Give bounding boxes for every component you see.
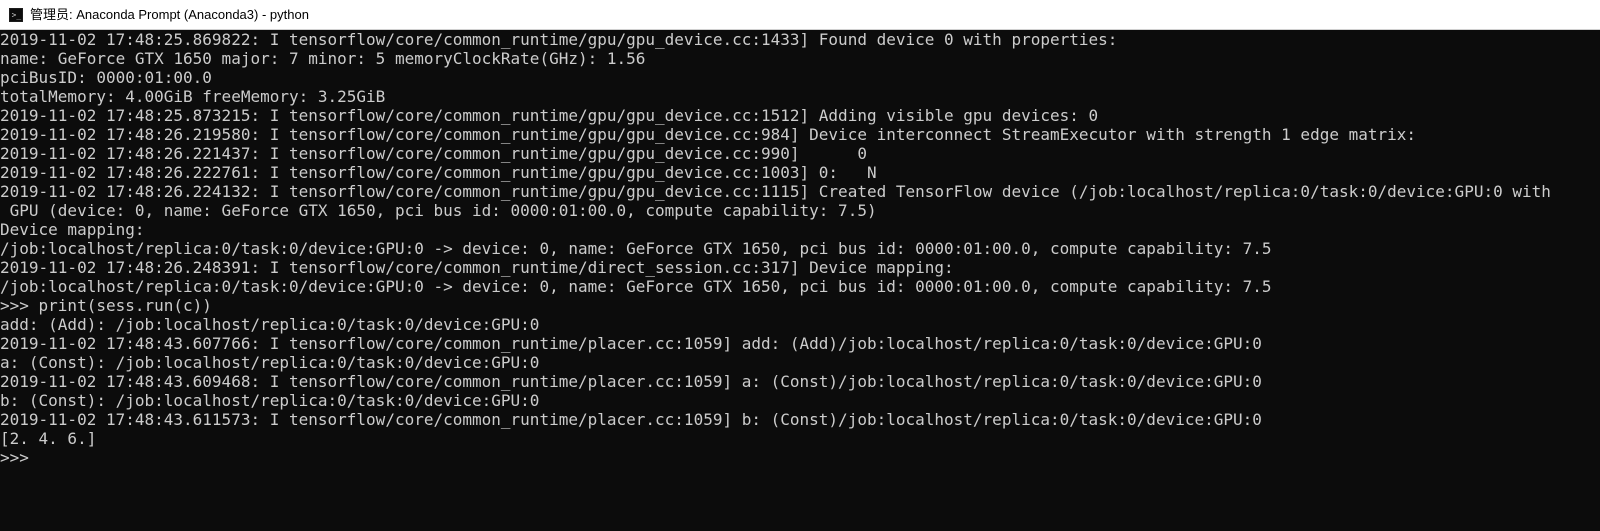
terminal-line: 2019-11-02 17:48:43.609468: I tensorflow…: [0, 372, 1600, 391]
window-title: 管理员: Anaconda Prompt (Anaconda3) - pytho…: [30, 0, 309, 30]
terminal-line: GPU (device: 0, name: GeForce GTX 1650, …: [0, 201, 1600, 220]
terminal-line: 2019-11-02 17:48:26.219580: I tensorflow…: [0, 125, 1600, 144]
cmd-icon: >_: [8, 7, 24, 23]
terminal-line: 2019-11-02 17:48:43.611573: I tensorflow…: [0, 410, 1600, 429]
terminal-line: 2019-11-02 17:48:25.873215: I tensorflow…: [0, 106, 1600, 125]
terminal-line: 2019-11-02 17:48:26.222761: I tensorflow…: [0, 163, 1600, 182]
terminal-line: pciBusID: 0000:01:00.0: [0, 68, 1600, 87]
titlebar[interactable]: >_ 管理员: Anaconda Prompt (Anaconda3) - py…: [0, 0, 1600, 30]
terminal-line: 2019-11-02 17:48:26.248391: I tensorflow…: [0, 258, 1600, 277]
terminal-line: 2019-11-02 17:48:26.221437: I tensorflow…: [0, 144, 1600, 163]
terminal-line: 2019-11-02 17:48:25.869822: I tensorflow…: [0, 30, 1600, 49]
terminal-line: a: (Const): /job:localhost/replica:0/tas…: [0, 353, 1600, 372]
terminal-line: 2019-11-02 17:48:26.224132: I tensorflow…: [0, 182, 1600, 201]
terminal-line: add: (Add): /job:localhost/replica:0/tas…: [0, 315, 1600, 334]
terminal-line: 2019-11-02 17:48:43.607766: I tensorflow…: [0, 334, 1600, 353]
terminal-line: /job:localhost/replica:0/task:0/device:G…: [0, 277, 1600, 296]
terminal-line: name: GeForce GTX 1650 major: 7 minor: 5…: [0, 49, 1600, 68]
terminal-line: /job:localhost/replica:0/task:0/device:G…: [0, 239, 1600, 258]
terminal-line: totalMemory: 4.00GiB freeMemory: 3.25GiB: [0, 87, 1600, 106]
svg-text:>_: >_: [12, 10, 22, 19]
terminal-output[interactable]: 2019-11-02 17:48:25.869822: I tensorflow…: [0, 30, 1600, 531]
terminal-line: b: (Const): /job:localhost/replica:0/tas…: [0, 391, 1600, 410]
terminal-line: [2. 4. 6.]: [0, 429, 1600, 448]
terminal-line: >>> print(sess.run(c)): [0, 296, 1600, 315]
terminal-line: Device mapping:: [0, 220, 1600, 239]
terminal-line: >>>: [0, 448, 1600, 467]
